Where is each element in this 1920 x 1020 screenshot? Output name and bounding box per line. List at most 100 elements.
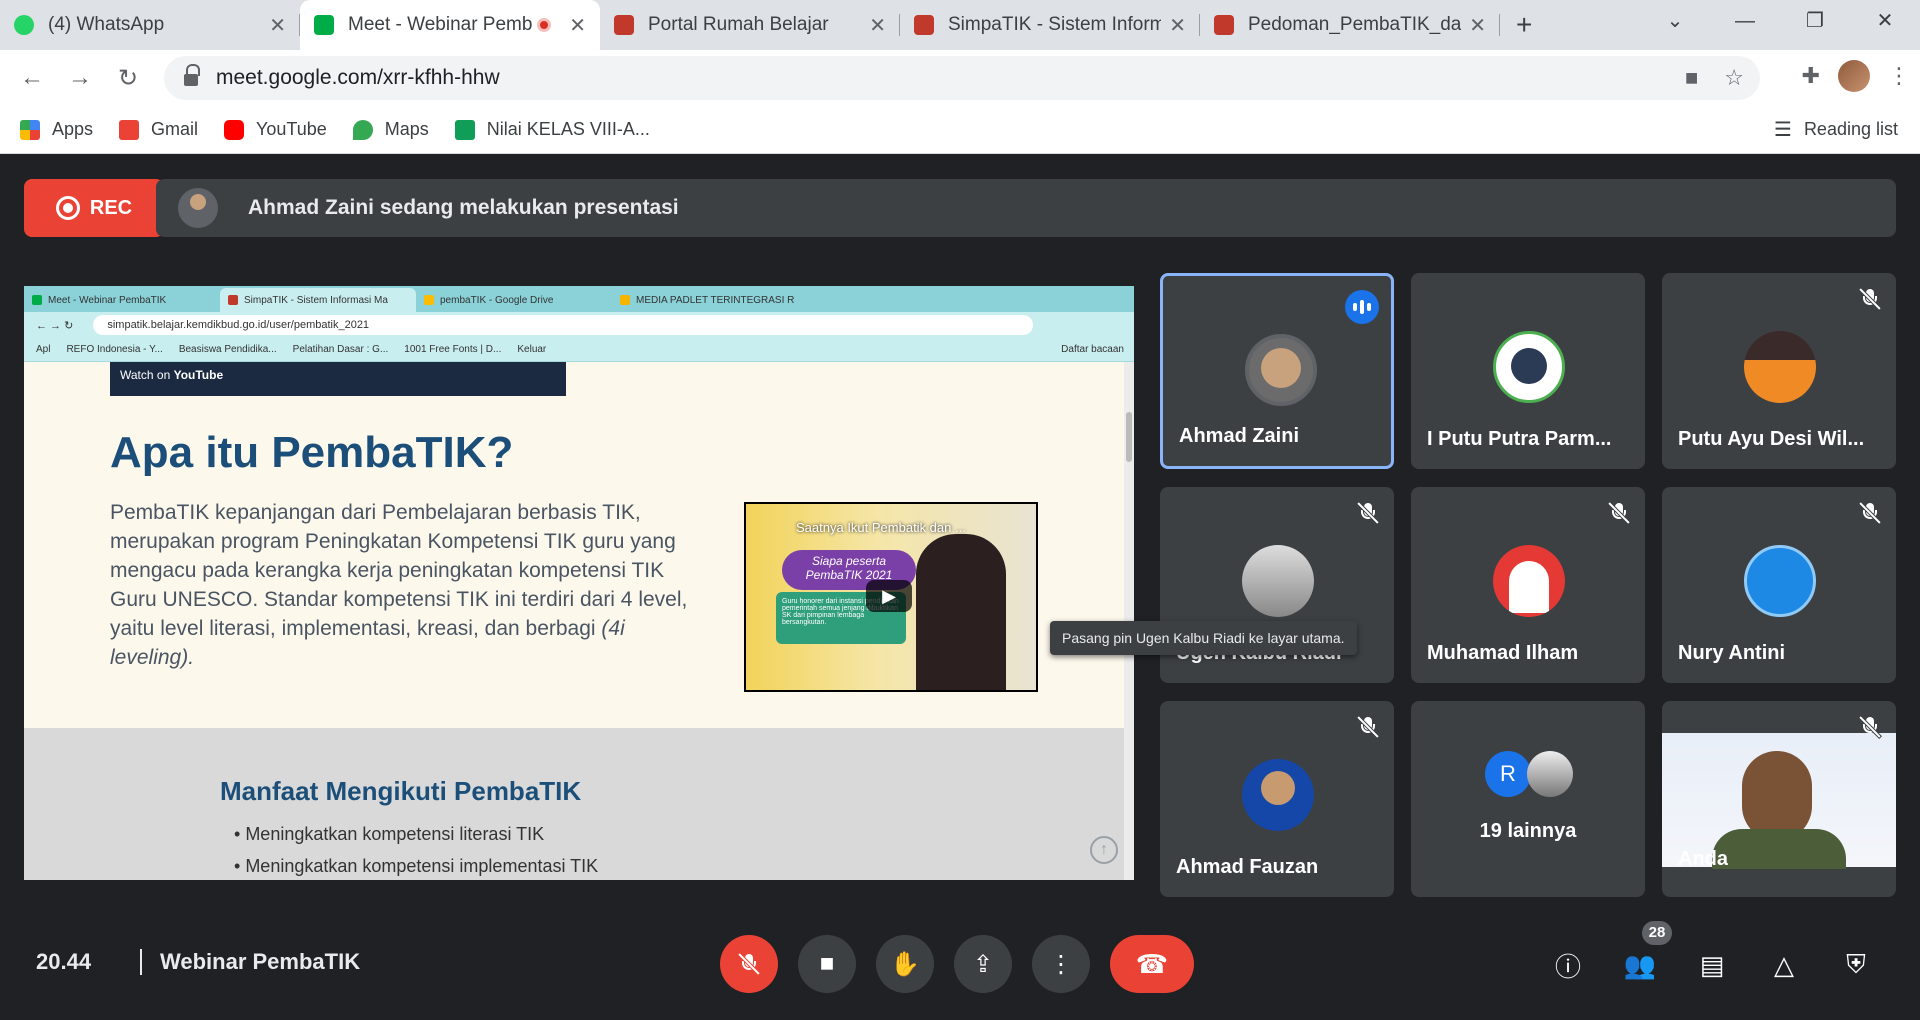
reload-icon[interactable]: ↻ (104, 64, 152, 93)
participant-tile[interactable]: I Putu Putra Parm... (1411, 273, 1645, 469)
pin-tooltip: Pasang pin Ugen Kalbu Riadi ke layar uta… (1050, 621, 1357, 655)
close-tab-icon[interactable]: ✕ (569, 13, 586, 38)
minimize-icon[interactable]: — (1710, 0, 1780, 42)
shared-bookmarks: Apl REFO Indonesia - Y... Beasiswa Pendi… (24, 338, 1134, 362)
speaking-indicator-icon (1345, 290, 1379, 324)
shared-subheading: Manfaat Mengikuti PembaTIK (220, 776, 582, 806)
participant-tile[interactable]: Putu Ayu Desi Wil... (1662, 273, 1896, 469)
chat-button[interactable]: ▤ (1694, 947, 1730, 983)
mic-off-icon (1858, 501, 1882, 525)
self-view-tile[interactable]: Anda (1662, 701, 1896, 897)
presenter-avatar (178, 188, 218, 228)
address-bar[interactable]: meet.google.com/xrr-kfhh-hhw ■ ☆ (164, 56, 1760, 100)
profile-avatar[interactable] (1838, 60, 1870, 92)
menu-icon[interactable]: ⋮ (1888, 63, 1910, 89)
activities-shapes-icon: △ (1774, 949, 1794, 980)
host-controls-button[interactable]: ⛨ (1838, 947, 1874, 983)
participant-avatar (1744, 331, 1816, 403)
bookmark-youtube[interactable]: YouTube (224, 119, 327, 140)
url-text: meet.google.com/xrr-kfhh-hhw (216, 66, 500, 89)
raise-hand-button[interactable]: ✋ (876, 935, 934, 993)
participants-button[interactable]: 👥 (1622, 947, 1658, 983)
forward-icon[interactable]: → (56, 64, 104, 92)
activities-button[interactable]: △ (1766, 947, 1802, 983)
shared-screen[interactable]: Meet - Webinar PembaTIK SimpaTIK - Siste… (24, 286, 1134, 880)
people-icon: 👥 (1623, 949, 1657, 980)
meeting-details-button[interactable]: ⓘ (1550, 947, 1586, 983)
participant-initial-avatar: R (1485, 751, 1531, 797)
participant-tile-others[interactable]: R 19 lainnya (1411, 701, 1645, 897)
video-embed: Saatnya Ikut Pembatik dan ... Siapa pese… (744, 502, 1038, 692)
camera-icon[interactable]: ■ (1685, 65, 1698, 91)
recording-indicator-icon (537, 18, 552, 32)
sheets-icon (454, 119, 475, 140)
tab-portal-rumah-belajar[interactable]: Portal Rumah Belajar ✕ (600, 0, 900, 50)
lock-icon[interactable] (184, 64, 200, 86)
close-tab-icon[interactable]: ✕ (269, 13, 286, 38)
shared-tab: Meet - Webinar PembaTIK (24, 288, 220, 312)
meet-icon (314, 15, 334, 35)
gmail-icon (119, 119, 140, 140)
present-button[interactable]: ⇪ (954, 935, 1012, 993)
close-tab-icon[interactable]: ✕ (1169, 13, 1186, 38)
participant-count-badge: 28 (1642, 921, 1672, 945)
tab-search-icon[interactable]: ⌄ (1640, 0, 1710, 42)
mic-off-icon (1858, 715, 1882, 739)
camera-toggle-button[interactable]: ■ (798, 935, 856, 993)
extensions-icon[interactable]: ✚ (1802, 63, 1820, 89)
tab-pedoman[interactable]: Pedoman_PembaTIK_dan ✕ (1200, 0, 1500, 50)
shared-address-bar: ← → ↻ simpatik.belajar.kemdikbud.go.id/u… (24, 312, 1134, 338)
bookmark-nilai[interactable]: Nilai KELAS VIII-A... (454, 119, 650, 140)
present-screen-icon: ⇪ (972, 950, 994, 978)
close-tab-icon[interactable]: ✕ (869, 13, 886, 38)
chat-icon: ▤ (1699, 949, 1725, 980)
mic-off-icon (1607, 501, 1631, 525)
shared-nav-icons: ← → ↻ (36, 319, 74, 332)
youtube-icon (224, 119, 245, 140)
browser-tab-strip: (4) WhatsApp ✕ Meet - Webinar Pemb ✕ Por… (0, 0, 1920, 50)
back-icon[interactable]: ← (8, 64, 56, 92)
bookmark-maps[interactable]: Maps (352, 119, 429, 140)
mic-toggle-button[interactable] (720, 935, 778, 993)
self-video (1662, 733, 1896, 869)
mic-off-icon (1858, 287, 1882, 311)
participant-avatar (1245, 334, 1317, 406)
hand-icon: ✋ (890, 950, 920, 978)
tab-title: Pedoman_PembaTIK_dan (1248, 14, 1462, 35)
participant-avatar (1744, 545, 1816, 617)
bookmark-star-icon[interactable]: ☆ (1724, 65, 1744, 91)
tab-simpatik[interactable]: SimpaTIK - Sistem Inform ✕ (900, 0, 1200, 50)
tab-title: SimpaTIK - Sistem Inform (948, 14, 1162, 35)
reading-list[interactable]: ☰ Reading list (1774, 117, 1898, 142)
record-icon (55, 196, 80, 220)
play-icon: ▶ (866, 580, 912, 612)
whatsapp-icon (14, 15, 34, 35)
participant-tile[interactable]: Ahmad Fauzan (1160, 701, 1394, 897)
tab-whatsapp[interactable]: (4) WhatsApp ✕ (0, 0, 300, 50)
recording-badge[interactable]: REC (24, 179, 164, 237)
phone-hangup-icon: ☎ (1135, 948, 1169, 979)
more-vert-icon: ⋮ (1049, 950, 1073, 978)
new-tab-icon[interactable]: + (1516, 0, 1532, 50)
close-window-icon[interactable]: ✕ (1850, 0, 1920, 42)
video-presenter (916, 534, 1006, 690)
tab-meet[interactable]: Meet - Webinar Pemb ✕ (300, 0, 600, 50)
bookmark-gmail[interactable]: Gmail (119, 119, 198, 140)
restore-icon[interactable]: ❐ (1780, 0, 1850, 42)
watch-on-youtube: Watch on YouTube (110, 362, 566, 396)
bookmark-apps[interactable]: Apps (20, 119, 93, 140)
leave-call-button[interactable]: ☎ (1110, 935, 1194, 993)
video-title: Saatnya Ikut Pembatik dan ... (796, 520, 966, 535)
participant-tile[interactable]: Muhamad Ilham (1411, 487, 1645, 683)
meeting-name: Webinar PembaTIK (140, 949, 360, 975)
more-options-button[interactable]: ⋮ (1032, 935, 1090, 993)
shared-tab-strip: Meet - Webinar PembaTIK SimpaTIK - Siste… (24, 286, 1134, 312)
shared-lower-section: Manfaat Mengikuti PembaTIK • Meningkatka… (24, 728, 1124, 880)
close-tab-icon[interactable]: ✕ (1469, 13, 1486, 38)
list-item: • Meningkatkan kompetensi literasi TIK (234, 824, 545, 844)
participant-tile[interactable]: Nury Antini (1662, 487, 1896, 683)
participant-avatar (1493, 331, 1565, 403)
apps-grid-icon (20, 119, 40, 140)
participant-tile[interactable]: Ahmad Zaini (1160, 273, 1394, 469)
tab-title: Meet - Webinar Pemb (348, 14, 533, 35)
